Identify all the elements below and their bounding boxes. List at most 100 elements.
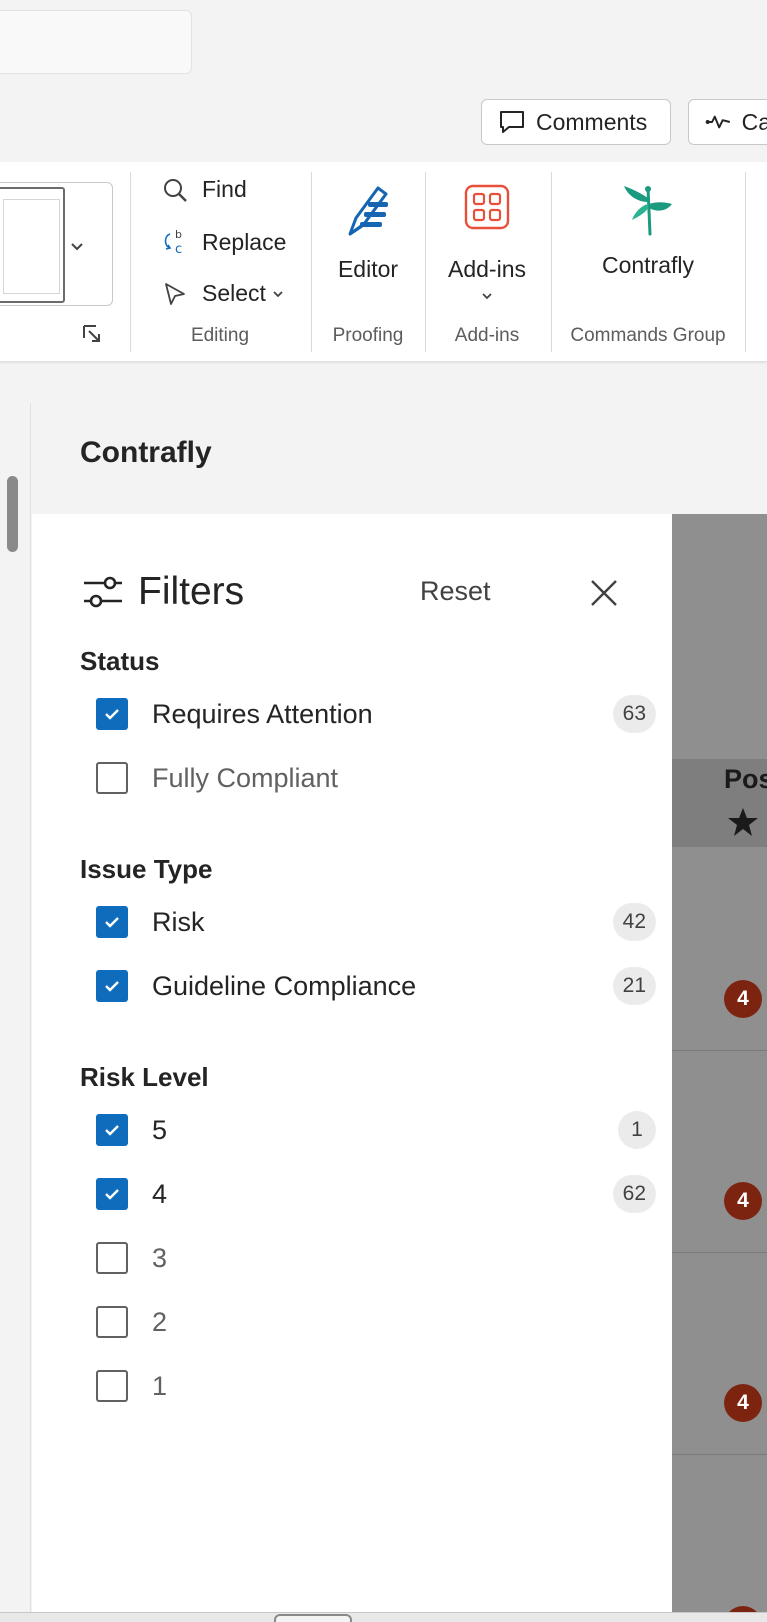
checkmark-icon xyxy=(105,917,119,928)
comments-button[interactable]: Comments xyxy=(481,99,671,145)
filter-option-label: Fully Compliant xyxy=(152,762,339,793)
count-badge: 1 xyxy=(618,1111,656,1149)
filter-option-label: 3 xyxy=(152,1242,168,1273)
filter-option[interactable]: 5 1 xyxy=(96,1110,656,1150)
dialog-launcher-icon[interactable] xyxy=(82,324,102,344)
proofing-group-label: Proofing xyxy=(332,325,404,346)
background-overlay[interactable]: Pos 4 4 4 xyxy=(672,514,767,1622)
editor-label: Editor xyxy=(337,256,399,282)
checkbox[interactable] xyxy=(96,698,128,730)
pane-scrollbar-track[interactable] xyxy=(0,403,31,1622)
find-label: Find xyxy=(202,176,247,202)
catchup-button[interactable]: Ca xyxy=(688,99,767,145)
contrafly-button[interactable]: Contrafly xyxy=(575,182,721,279)
checkbox[interactable] xyxy=(96,1306,128,1338)
row-divider xyxy=(672,1454,767,1455)
editor-pen-icon xyxy=(348,186,388,236)
filters-panel: Filters Reset Status Requires Attention … xyxy=(32,514,672,1618)
filter-option-label: 1 xyxy=(152,1370,168,1401)
contrafly-label: Contrafly xyxy=(601,252,695,278)
count-badge: 63 xyxy=(612,695,656,733)
dragonfly-icon xyxy=(624,186,672,236)
ribbon-separator xyxy=(745,172,746,352)
filter-option[interactable]: 1 xyxy=(96,1366,656,1406)
row-divider xyxy=(672,1050,767,1051)
checkbox[interactable] xyxy=(96,1242,128,1274)
risk-level-section-title: Risk Level xyxy=(80,1062,209,1092)
checkmark-icon xyxy=(105,709,119,720)
checkmark-icon xyxy=(105,981,119,992)
checkmark-icon xyxy=(105,1189,119,1200)
checkbox[interactable] xyxy=(96,762,128,794)
filter-option[interactable]: Risk 42 xyxy=(96,902,656,942)
background-column-header: Pos xyxy=(724,764,767,794)
addins-label: Add-ins xyxy=(448,256,526,282)
style-preview[interactable] xyxy=(0,187,65,303)
horizontal-scrollbar-thumb[interactable] xyxy=(274,1614,352,1622)
filter-sliders-icon xyxy=(84,576,122,608)
checkmark-icon xyxy=(105,1125,119,1136)
checkbox[interactable] xyxy=(96,1114,128,1146)
checkbox[interactable] xyxy=(96,1370,128,1402)
editor-button[interactable]: Editor xyxy=(323,182,413,283)
status-section-title: Status xyxy=(80,646,160,676)
ribbon: Find b c Replace Select Editing Editor P… xyxy=(0,162,767,362)
styles-gallery[interactable] xyxy=(0,182,113,306)
select-button[interactable]: Select xyxy=(162,280,284,307)
risk-badge: 4 xyxy=(724,1384,762,1422)
filter-option-label: 4 xyxy=(152,1178,168,1209)
commands-group-label: Commands Group xyxy=(570,325,726,346)
editing-group-label: Editing xyxy=(190,325,250,346)
filters-title: Filters xyxy=(138,570,245,613)
chevron-down-icon[interactable] xyxy=(69,241,85,253)
filter-option-label: Risk xyxy=(152,906,205,937)
cursor-icon xyxy=(165,282,185,305)
addins-group-label: Add-ins xyxy=(454,325,520,346)
replace-label: Replace xyxy=(202,228,287,255)
risk-badge: 4 xyxy=(724,1182,762,1220)
star-icon xyxy=(728,808,758,836)
filter-option-label: Requires Attention xyxy=(152,698,373,729)
svg-text:b: b xyxy=(175,228,182,241)
filter-option-label: 5 xyxy=(152,1114,168,1145)
checkbox[interactable] xyxy=(96,1178,128,1210)
filter-option-label: 2 xyxy=(152,1306,168,1337)
comments-label: Comments xyxy=(536,108,648,135)
filter-option-label: Guideline Compliance xyxy=(152,970,417,1001)
issue-type-section-title: Issue Type xyxy=(80,854,213,884)
filter-option[interactable]: Requires Attention 63 xyxy=(96,694,656,734)
ribbon-separator xyxy=(551,172,552,352)
risk-badge: 4 xyxy=(724,980,762,1018)
activity-icon xyxy=(705,115,731,129)
search-icon xyxy=(164,178,187,202)
reset-button[interactable]: Reset xyxy=(420,576,491,607)
filter-option[interactable]: 2 xyxy=(96,1302,656,1342)
chevron-down-icon xyxy=(273,290,283,297)
replace-button[interactable]: b c Replace xyxy=(162,228,286,256)
filters-header: Filters xyxy=(82,570,244,614)
ribbon-separator xyxy=(311,172,312,352)
addins-grid-icon xyxy=(464,184,510,230)
filter-option[interactable]: 3 xyxy=(96,1238,656,1278)
select-label: Select xyxy=(202,280,266,306)
filter-option[interactable]: Fully Compliant xyxy=(96,758,656,798)
comment-icon xyxy=(500,111,524,133)
ribbon-separator xyxy=(425,172,426,352)
chevron-down-icon xyxy=(482,293,492,300)
row-divider xyxy=(672,1252,767,1253)
close-icon[interactable] xyxy=(588,577,620,609)
checkbox[interactable] xyxy=(96,906,128,938)
svg-text:c: c xyxy=(175,242,182,256)
search-box[interactable] xyxy=(0,10,192,74)
pane-title: Contrafly xyxy=(80,436,212,469)
filter-option[interactable]: Guideline Compliance 21 xyxy=(96,966,656,1006)
filter-option[interactable]: 4 62 xyxy=(96,1174,656,1214)
ribbon-separator xyxy=(130,172,131,352)
count-badge: 42 xyxy=(612,903,656,941)
checkbox[interactable] xyxy=(96,970,128,1002)
addins-button[interactable]: Add-ins xyxy=(437,182,537,303)
pane-scrollbar-thumb[interactable] xyxy=(7,476,18,552)
catchup-label: Ca xyxy=(741,108,767,135)
horizontal-scrollbar-track[interactable] xyxy=(0,1612,767,1622)
find-button[interactable]: Find xyxy=(162,176,247,203)
